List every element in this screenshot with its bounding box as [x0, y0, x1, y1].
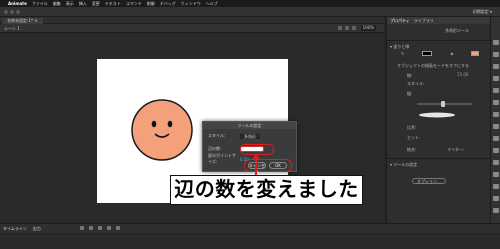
menu-edit[interactable]: 編集 [53, 1, 61, 7]
stroke-value[interactable]: 15.00 [457, 72, 468, 77]
document-tab-bar: 名称未設定-1* ✕ [0, 17, 384, 24]
style-select[interactable]: 多角形 [240, 133, 260, 139]
join-label: 結合: [407, 147, 417, 152]
center-stage-icon[interactable] [352, 26, 356, 30]
app-name[interactable]: Animate [8, 1, 27, 6]
menu-commands[interactable]: コマンド [126, 1, 142, 7]
sides-highlight [240, 144, 274, 155]
scene-label[interactable]: シーン 1 [4, 26, 20, 32]
star-point-label: 星のポイントサイズ: [208, 153, 236, 164]
stroke-label: 線: [407, 73, 413, 78]
properties-panel: プロパティ ライブラリ 多角形ツール ▾ 塗りと線 ✎ ◈ オブジェクトの描画モ… [386, 17, 491, 223]
layer-area[interactable] [0, 237, 500, 249]
zoom-tool-icon [493, 208, 499, 213]
brush-tool-icon [493, 148, 499, 153]
menu-insert[interactable]: 挿入 [79, 1, 87, 7]
playback-controls [80, 226, 120, 230]
play-icon[interactable] [98, 226, 102, 230]
menu-control[interactable]: 制御 [147, 1, 155, 7]
window-titlebar: 初期設定 ▾ [0, 7, 500, 17]
options-button[interactable]: オプション... [412, 178, 446, 184]
width-label: 幅: [407, 91, 413, 96]
lasso-tool-icon [493, 76, 499, 81]
sides-label: 辺の数: [208, 146, 222, 151]
face-circle [131, 99, 193, 161]
menu-help[interactable]: ヘルプ [206, 1, 218, 7]
color-row: ✎ ◈ [401, 51, 480, 56]
edit-symbol-icon[interactable] [345, 26, 349, 30]
tool-name: 多角形ツール [445, 28, 469, 33]
width-profile-preview[interactable] [417, 112, 457, 118]
zoom-select[interactable]: 100% [360, 25, 376, 31]
workspace-switcher[interactable]: 初期設定 ▾ [473, 9, 492, 15]
transform-tool-icon [493, 64, 499, 69]
annotation-caption: 辺の数を変えました [170, 175, 363, 205]
subselection-tool-icon [493, 52, 499, 57]
last-frame-icon[interactable] [116, 226, 120, 230]
pen-tool-icon [493, 88, 499, 93]
menu-view[interactable]: 表示 [66, 1, 74, 7]
zoom-window-button[interactable] [16, 10, 20, 14]
tool-settings-dialog: ツールの設定 スタイル: 多角形 辺の数: 星のポイントサイズ: 0.50 キャ… [202, 121, 297, 174]
tools-bar [490, 17, 500, 223]
menu-debug[interactable]: デバッグ [160, 1, 176, 7]
left-eye [151, 120, 157, 128]
menu-modify[interactable]: 変更 [92, 1, 100, 7]
panel-tabs: プロパティ ライブラリ [387, 17, 491, 24]
menu-text[interactable]: テキスト [105, 1, 121, 7]
cap-label: ヒント [407, 135, 419, 140]
paint-bucket-tool-icon [493, 160, 499, 165]
text-tool-icon [493, 100, 499, 105]
menu-bar: Animate ファイル 編集 表示 挿入 変更 テキスト コマンド 制御 デバ… [0, 0, 500, 7]
right-eye [167, 120, 173, 128]
minimize-window-button[interactable] [10, 10, 14, 14]
object-drawing-toggle[interactable]: オブジェクトの描画モードをオフにする [397, 63, 469, 69]
dialog-title: ツールの設定 [203, 122, 296, 129]
next-frame-icon[interactable] [107, 226, 111, 230]
fill-color-swatch[interactable] [471, 51, 480, 56]
menu-window[interactable]: ウィンドウ [181, 1, 201, 7]
bucket-icon: ◈ [450, 51, 454, 56]
pencil-tool-icon [493, 136, 499, 141]
timeline-tabs: タイムライン 出力 [3, 226, 41, 232]
style-label: スタイル: [208, 133, 226, 138]
pencil-icon: ✎ [401, 51, 405, 56]
scale-label: 比率: [407, 125, 417, 130]
tab-output[interactable]: 出力 [33, 226, 41, 232]
close-window-button[interactable] [4, 10, 8, 14]
hand-tool-icon [493, 196, 499, 201]
stroke-color-swatch[interactable] [422, 51, 433, 56]
selection-tool-icon [493, 40, 499, 45]
section-tool-settings[interactable]: ▾ ツールの設定 [390, 162, 417, 168]
polygon-tool-icon [493, 124, 499, 129]
frame-ruler[interactable] [0, 233, 500, 236]
menu-file[interactable]: ファイル [32, 1, 48, 7]
style-row: スタイル: 多角形 [208, 133, 260, 139]
tool-icons [493, 40, 499, 213]
tab-timeline[interactable]: タイムライン [3, 226, 27, 232]
ok-button[interactable]: OK [269, 162, 287, 169]
first-frame-icon[interactable] [80, 226, 84, 230]
divider [387, 40, 491, 41]
style-label: スタイル: [407, 81, 425, 86]
scene-bar: シーン 1 100% [0, 24, 384, 33]
tab-properties[interactable]: プロパティ [390, 18, 410, 24]
divider [387, 158, 491, 159]
eraser-tool-icon [493, 184, 499, 189]
miter-label: マイター: [447, 147, 465, 152]
edit-scene-icon[interactable] [338, 26, 342, 30]
timeline-panel: タイムライン 出力 [0, 223, 500, 249]
stroke-slider[interactable] [417, 101, 472, 107]
stage-icons [338, 26, 356, 30]
cancel-button[interactable]: キャンセル [248, 162, 266, 174]
eyedropper-tool-icon [493, 172, 499, 177]
section-fill-stroke[interactable]: ▾ 塗りと線 [390, 44, 409, 50]
prev-frame-icon[interactable] [89, 226, 93, 230]
window-controls [4, 10, 20, 14]
line-tool-icon [493, 112, 499, 117]
tab-library[interactable]: ライブラリ [414, 18, 434, 24]
